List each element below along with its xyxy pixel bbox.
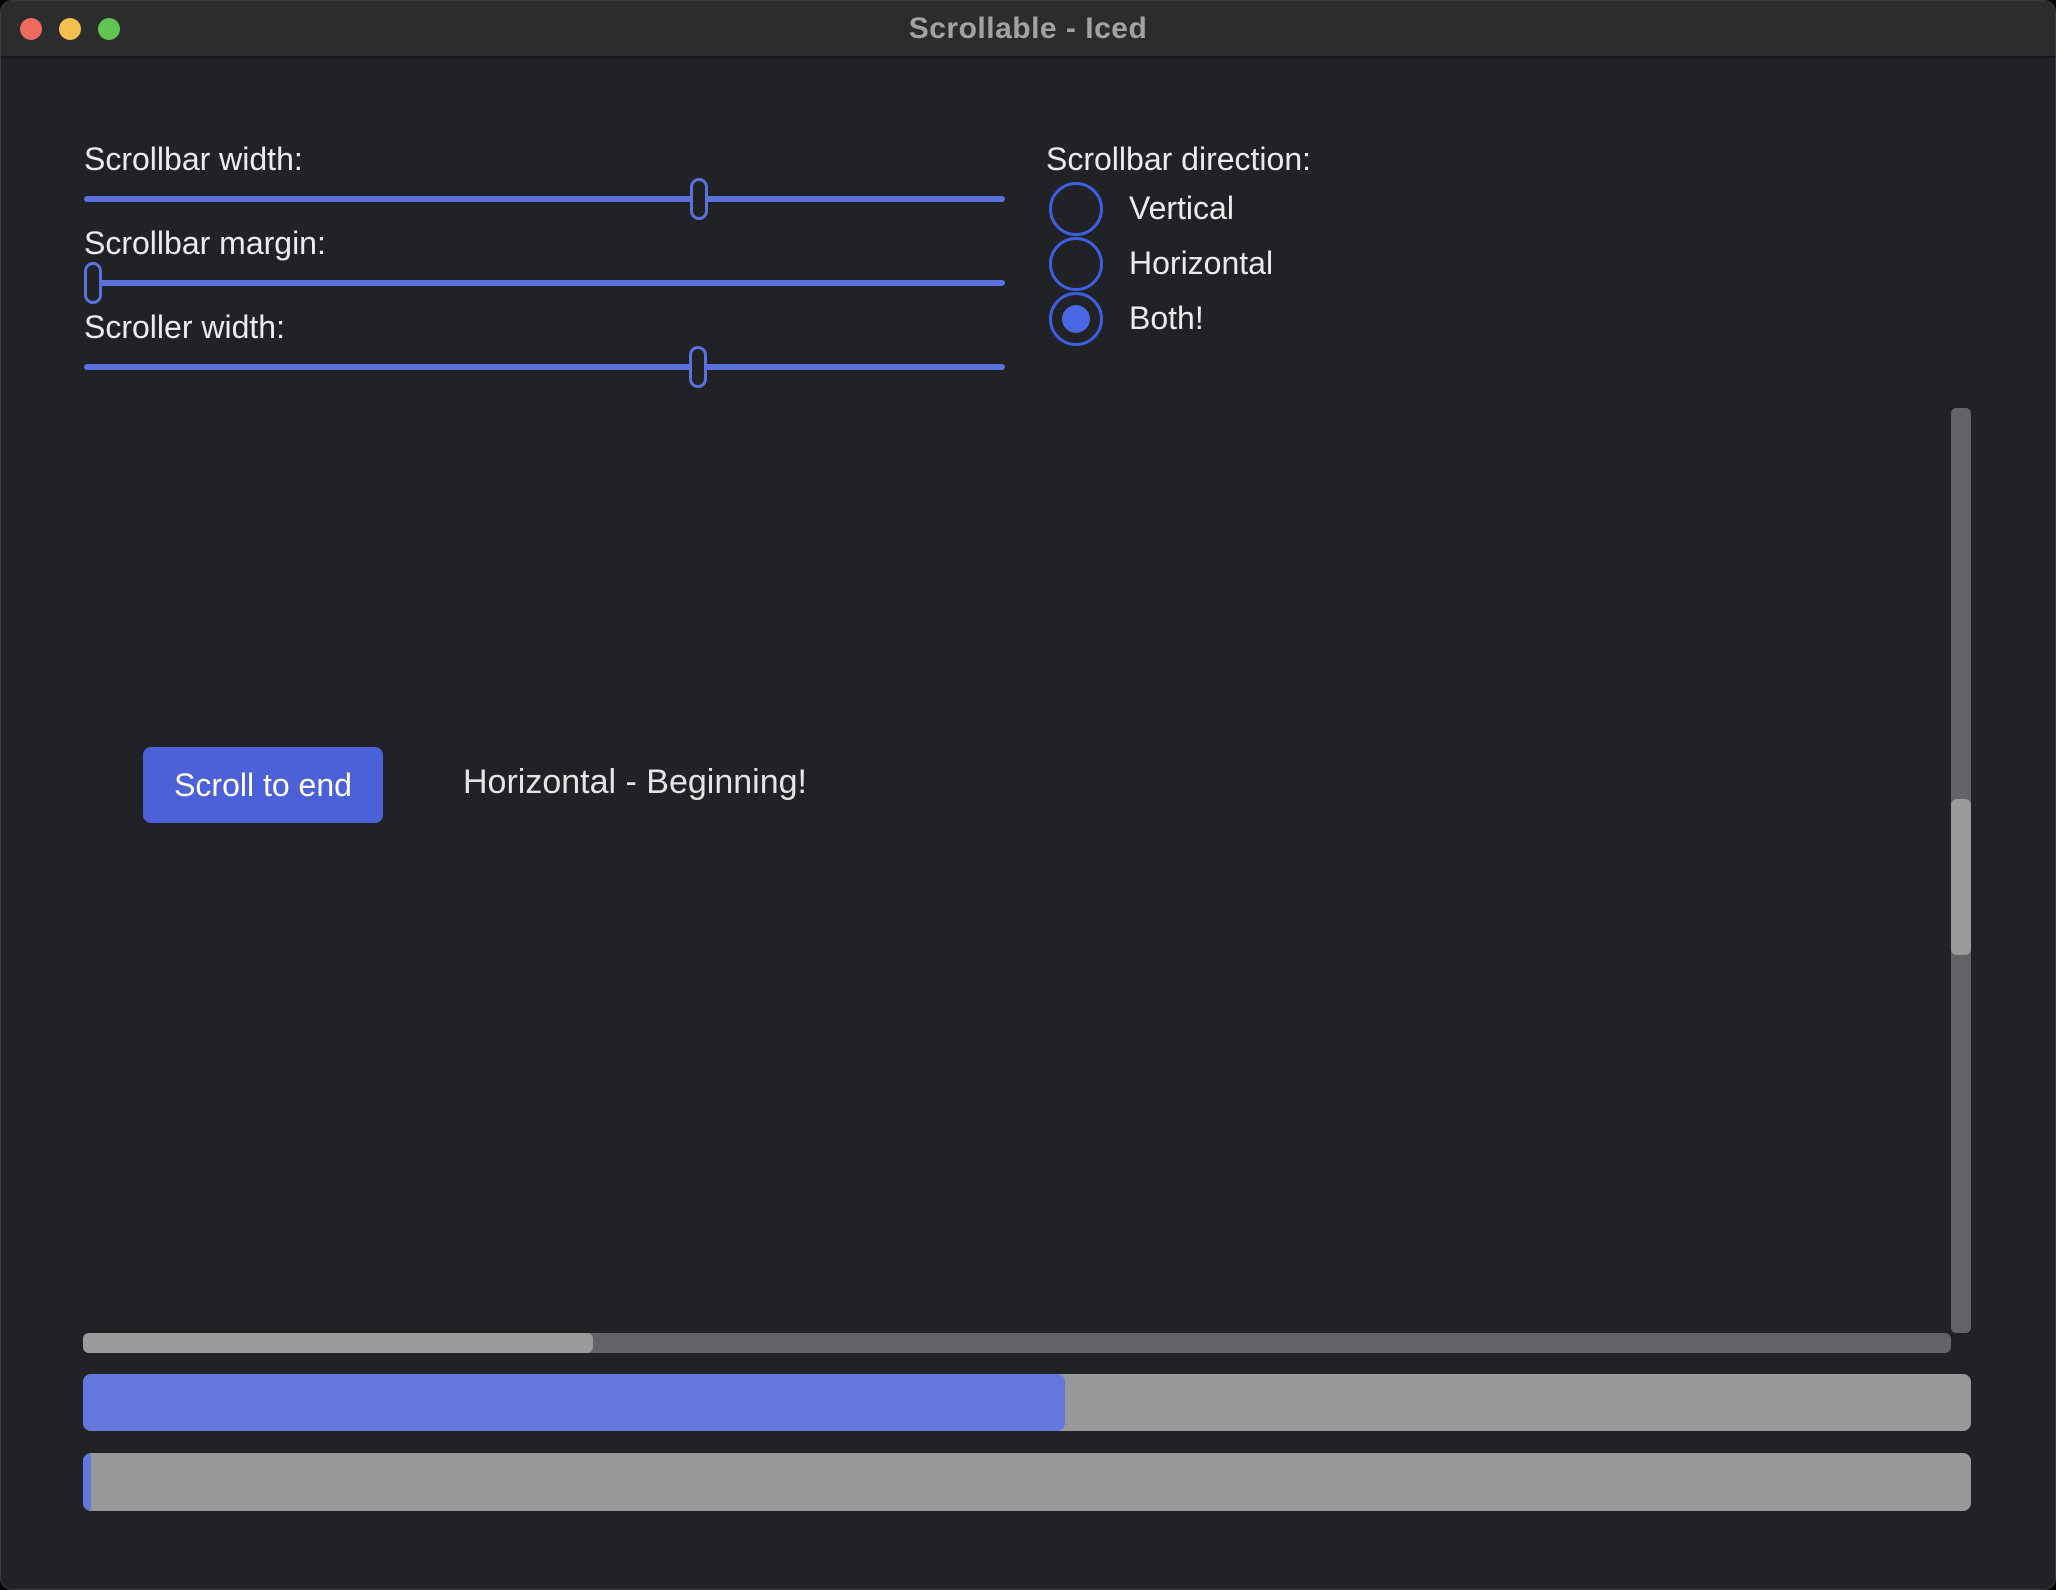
radio-both-label: Both!: [1129, 300, 1204, 337]
radio-circle-icon[interactable]: [1049, 182, 1103, 236]
scrollbar-width-slider[interactable]: [84, 196, 1005, 202]
radio-vertical-label: Vertical: [1129, 190, 1234, 227]
radio-circle-icon[interactable]: [1049, 237, 1103, 291]
scrollbar-direction-group: Scrollbar direction: Vertical Horizontal…: [1046, 137, 1311, 346]
scroll-status-text: Horizontal - Beginning!: [463, 763, 807, 802]
radio-circle-icon[interactable]: [1049, 292, 1103, 346]
window-title: Scrollable - Iced: [909, 12, 1148, 46]
horizontal-progress-bar: [83, 1374, 1971, 1431]
scrollbar-margin-slider[interactable]: [84, 280, 1005, 286]
close-button[interactable]: [20, 18, 42, 40]
maximize-button[interactable]: [98, 18, 120, 40]
radio-vertical[interactable]: Vertical: [1049, 181, 1311, 236]
radio-horizontal[interactable]: Horizontal: [1049, 236, 1311, 291]
horizontal-progress-fill: [83, 1374, 1065, 1431]
radio-horizontal-label: Horizontal: [1129, 245, 1273, 282]
vertical-progress-fill: [83, 1453, 91, 1511]
app-window: Scrollable - Iced Scrollbar width: Scrol…: [0, 0, 2056, 1590]
titlebar[interactable]: Scrollable - Iced: [1, 1, 2055, 58]
scrollbar-margin-label: Scrollbar margin:: [84, 221, 326, 265]
scroller-width-slider-handle[interactable]: [689, 346, 707, 388]
minimize-button[interactable]: [59, 18, 81, 40]
scroller-width-slider[interactable]: [84, 364, 1005, 370]
scrollbar-direction-label: Scrollbar direction:: [1046, 137, 1311, 181]
scroller-width-label: Scroller width:: [84, 305, 285, 349]
scrollbar-width-label: Scrollbar width:: [84, 137, 303, 181]
scrollbar-margin-slider-handle[interactable]: [84, 262, 102, 304]
scrollbar-width-slider-handle[interactable]: [690, 178, 708, 220]
vertical-progress-bar: [83, 1453, 1971, 1511]
traffic-lights: [20, 1, 120, 56]
radio-dot-icon: [1062, 305, 1090, 333]
window-frame: Scrollable - Iced Scrollbar width: Scrol…: [0, 0, 2056, 1590]
horizontal-scrollbar-thumb[interactable]: [83, 1333, 593, 1353]
radio-both[interactable]: Both!: [1049, 291, 1311, 346]
horizontal-scrollbar[interactable]: [83, 1333, 1951, 1353]
scroll-to-end-button[interactable]: Scroll to end: [143, 747, 383, 823]
vertical-scrollbar[interactable]: [1951, 408, 1971, 1333]
vertical-scrollbar-thumb[interactable]: [1951, 799, 1971, 954]
